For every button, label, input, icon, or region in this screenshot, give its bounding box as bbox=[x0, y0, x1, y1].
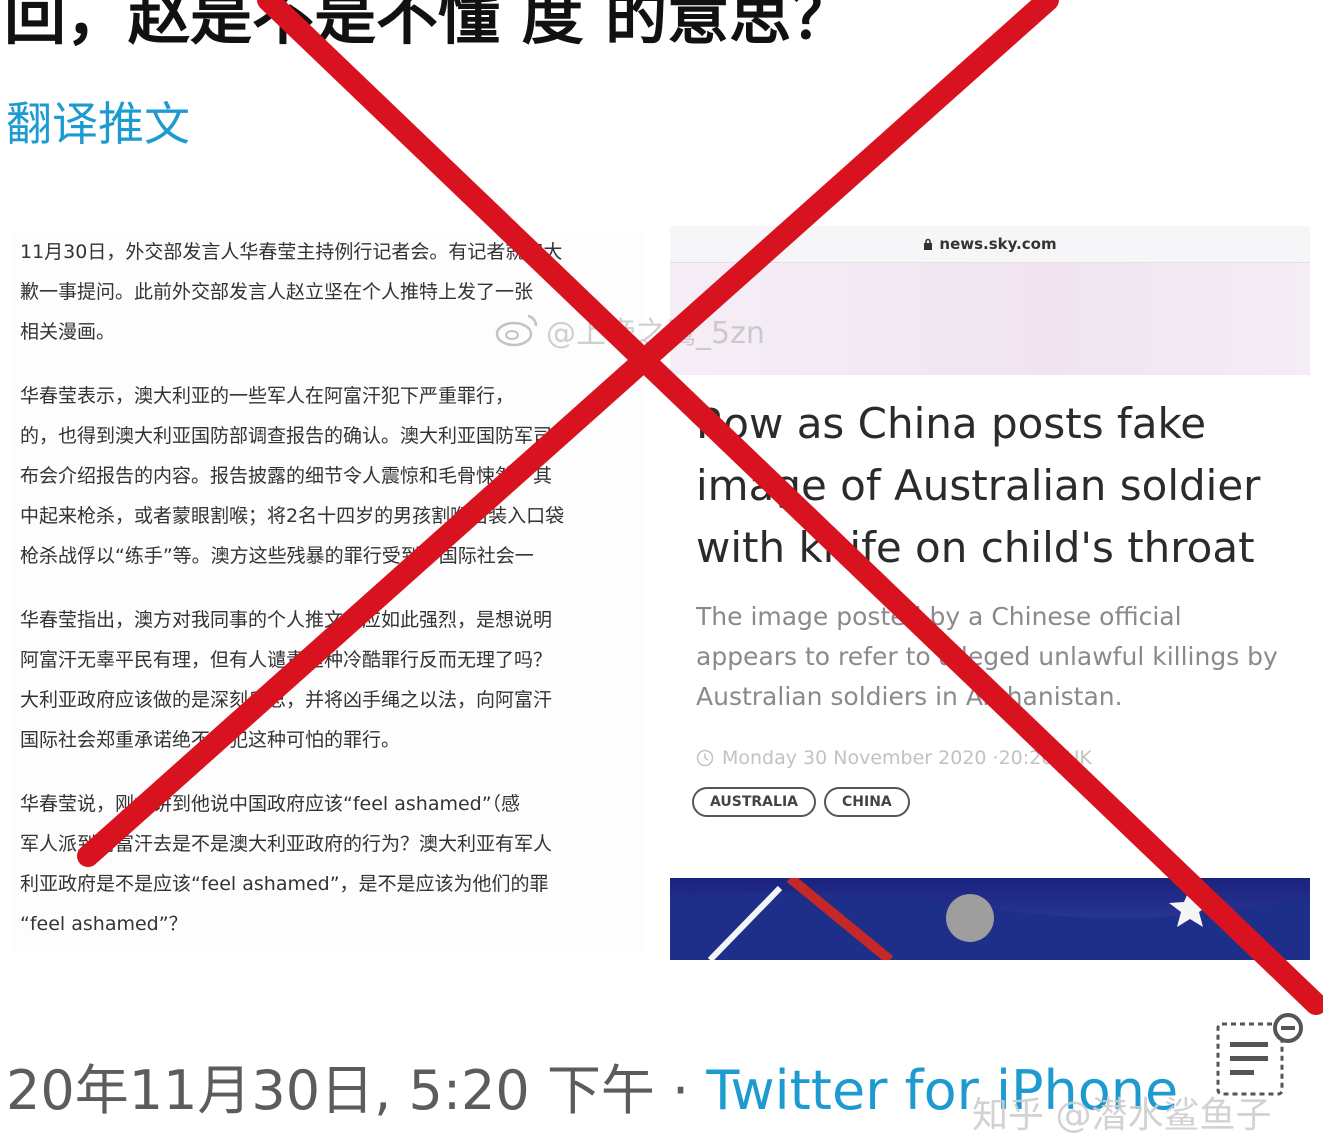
article-dateline: Monday 30 November 2020 ·20:20, UK bbox=[696, 747, 1284, 769]
article-headline[interactable]: Row as China posts fake image of Austral… bbox=[696, 393, 1284, 579]
dateline-text: Monday 30 November 2020 ·20:20, UK bbox=[722, 747, 1092, 769]
article-tags: AUSTRALIA CHINA bbox=[692, 787, 1310, 817]
transcript-paragraph: 华春莹表示，澳大利亚的一些军人在阿富汗犯下严重罪行， 的，也得到澳大利亚国防部调… bbox=[20, 385, 565, 567]
compose-icon[interactable] bbox=[1212, 1010, 1312, 1100]
weibo-icon bbox=[495, 314, 538, 347]
article-summary: The image posted by a Chinese official a… bbox=[696, 602, 1278, 711]
tag-australia[interactable]: AUSTRALIA bbox=[692, 787, 816, 817]
hero-image bbox=[670, 874, 1310, 960]
weibo-handle: @上帝之鹰_5zn bbox=[546, 316, 765, 351]
url-bar[interactable]: news.sky.com bbox=[670, 226, 1310, 262]
weibo-watermark: @上帝之鹰_5zn bbox=[494, 308, 765, 352]
sky-news-article-card[interactable]: news.sky.com Row as China posts fake ima… bbox=[670, 226, 1310, 960]
transcript-paragraph: 华春莹说，刚才讲到他说中国政府应该“feel ashamed”（感 军人派到阿富… bbox=[20, 793, 553, 935]
transcript-paragraph: 华春莹指出，澳方对我同事的个人推文反应如此强烈，是想说明 阿富汗无辜平民有理，但… bbox=[20, 609, 553, 751]
url-text: news.sky.com bbox=[939, 235, 1057, 253]
lock-icon bbox=[924, 238, 933, 250]
translate-tweet-link[interactable]: 翻译推文 bbox=[6, 88, 190, 154]
tag-china[interactable]: CHINA bbox=[824, 787, 910, 817]
clock-icon bbox=[696, 749, 714, 767]
banner-image bbox=[670, 262, 1310, 375]
flag-image bbox=[670, 874, 1310, 960]
tweet-timestamp[interactable]: 20年11月30日, 5:20 下午 · bbox=[6, 1059, 706, 1122]
partial-heading: 回，赵是不是不懂 度 的意思？ bbox=[4, 0, 854, 53]
